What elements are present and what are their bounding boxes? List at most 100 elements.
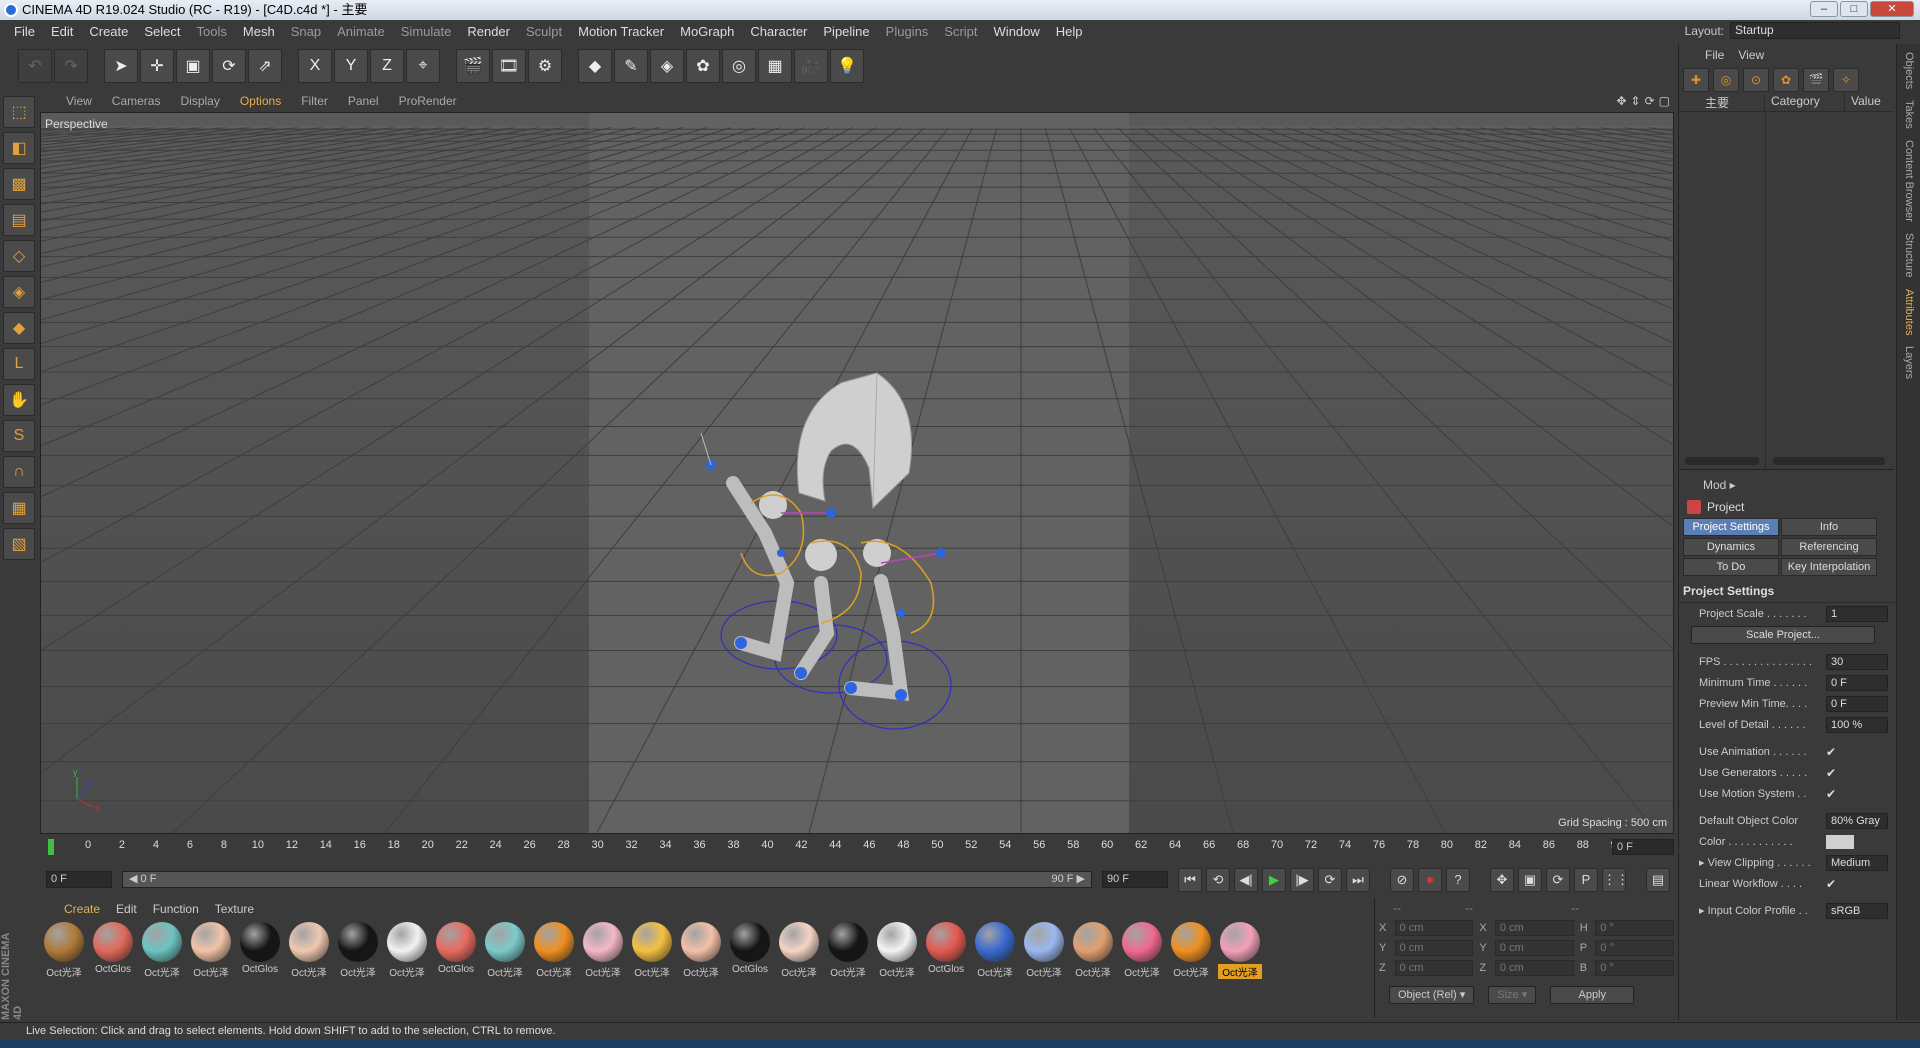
menu-render[interactable]: Render: [459, 24, 518, 39]
material-swatch[interactable]: OctGlos: [91, 922, 135, 979]
apply-button[interactable]: Apply: [1550, 986, 1635, 1004]
workplane-icon[interactable]: ▤: [3, 204, 35, 236]
material-swatch[interactable]: Oct光泽: [826, 922, 870, 979]
param-key-button[interactable]: P: [1574, 868, 1598, 892]
redo-icon[interactable]: ↷: [54, 49, 88, 83]
close-button[interactable]: ✕: [1870, 1, 1914, 17]
object-mode-icon[interactable]: ⊙: [1743, 68, 1769, 92]
render-view-icon[interactable]: 🎬: [456, 49, 490, 83]
material-swatch[interactable]: Oct光泽: [287, 922, 331, 979]
minimize-button[interactable]: –: [1810, 1, 1838, 17]
material-swatch[interactable]: Oct光泽: [1218, 922, 1262, 979]
tab-key-interpolation[interactable]: Key Interpolation: [1781, 558, 1877, 576]
preview-range-slider[interactable]: 90 F ▶ ◀ 0 F: [122, 871, 1092, 888]
x-axis-icon[interactable]: X: [298, 49, 332, 83]
viewport-menu-options[interactable]: Options: [240, 94, 281, 108]
material-swatch[interactable]: Oct光泽: [973, 922, 1017, 979]
pan-icon[interactable]: ✥: [1616, 94, 1626, 108]
material-swatch[interactable]: OctGlos: [728, 922, 772, 979]
edges-mode-icon[interactable]: ◈: [3, 276, 35, 308]
size-z-field[interactable]: 0 cm: [1494, 960, 1574, 976]
attr-checkbox[interactable]: ✔: [1826, 877, 1888, 891]
side-tab-structure[interactable]: Structure: [1903, 233, 1915, 278]
autokey-help-button[interactable]: ?: [1446, 868, 1470, 892]
viewport-menu-cameras[interactable]: Cameras: [112, 94, 161, 108]
solo-icon[interactable]: S: [3, 420, 35, 452]
material-swatch[interactable]: Oct光泽: [581, 922, 625, 979]
lock-workplane-icon[interactable]: ▦: [3, 492, 35, 524]
make-editable-icon[interactable]: ⬚: [3, 96, 35, 128]
material-menu-texture[interactable]: Texture: [215, 902, 254, 916]
previous-key-button[interactable]: ⟲: [1206, 868, 1230, 892]
horizontal-scrollbar[interactable]: [1773, 457, 1885, 465]
render-picture-viewer-icon[interactable]: 🎞: [492, 49, 526, 83]
snap-icon[interactable]: ∩: [3, 456, 35, 488]
deformer-icon[interactable]: ◎: [722, 49, 756, 83]
tab-info[interactable]: Info: [1781, 518, 1877, 536]
attr-value-field[interactable]: 1: [1826, 605, 1888, 622]
attr-value-field[interactable]: Medium: [1826, 854, 1888, 871]
material-swatch[interactable]: OctGlos: [238, 922, 282, 979]
enable-axis-icon[interactable]: L: [3, 348, 35, 380]
pen-icon[interactable]: ✎: [614, 49, 648, 83]
menu-select[interactable]: Select: [136, 24, 188, 39]
tab-dynamics[interactable]: Dynamics: [1683, 538, 1779, 556]
model-mode-icon[interactable]: ◧: [3, 132, 35, 164]
color-swatch[interactable]: [1826, 834, 1854, 849]
menu-edit[interactable]: Edit: [43, 24, 81, 39]
maximize-button[interactable]: □: [1840, 1, 1868, 17]
current-frame-field[interactable]: 0 F: [1612, 839, 1674, 855]
menu-help[interactable]: Help: [1048, 24, 1091, 39]
material-swatch[interactable]: Oct光泽: [189, 922, 233, 979]
rotate-key-button[interactable]: ⟳: [1546, 868, 1570, 892]
menu-mesh[interactable]: Mesh: [235, 24, 283, 39]
material-swatch[interactable]: Oct光泽: [140, 922, 184, 979]
subdivision-icon[interactable]: ◈: [650, 49, 684, 83]
menu-mograph[interactable]: MoGraph: [672, 24, 742, 39]
end-frame-field[interactable]: 90 F: [1102, 871, 1168, 888]
material-swatch[interactable]: Oct光泽: [1022, 922, 1066, 979]
side-tab-layers[interactable]: Layers: [1903, 346, 1915, 379]
attribute-mode-menu[interactable]: Mod ▸: [1703, 478, 1736, 492]
menu-animate[interactable]: Animate: [329, 24, 393, 39]
start-frame-field[interactable]: 0 F: [46, 871, 112, 888]
menu-file[interactable]: File: [6, 24, 43, 39]
timeline-ruler[interactable]: 0 2 4 6 8 10 12 14 16 18 20 22 24 26 28 30 32 34 36 38 40 42 4…: [40, 836, 1674, 858]
side-tab-takes[interactable]: Takes: [1903, 100, 1915, 129]
cloner-icon[interactable]: ✿: [686, 49, 720, 83]
attr-checkbox[interactable]: ✔: [1826, 766, 1888, 780]
material-swatch[interactable]: Oct光泽: [875, 922, 919, 979]
orbit-icon[interactable]: ⟳: [1645, 94, 1655, 108]
viewport-menu-panel[interactable]: Panel: [348, 94, 379, 108]
layout-selector[interactable]: Layout: Startup: [1685, 22, 1900, 39]
cloner-icon[interactable]: ✿: [1773, 68, 1799, 92]
menu-window[interactable]: Window: [986, 24, 1048, 39]
next-key-button[interactable]: ⟳: [1318, 868, 1342, 892]
z-axis-icon[interactable]: Z: [370, 49, 404, 83]
polygons-mode-icon[interactable]: ◆: [3, 312, 35, 344]
attr-value-field[interactable]: 80% Gray: [1826, 812, 1888, 829]
menu-motion-tracker[interactable]: Motion Tracker: [570, 24, 672, 39]
floor-icon[interactable]: ▦: [758, 49, 792, 83]
material-menu-edit[interactable]: Edit: [116, 902, 137, 916]
scale-project-button[interactable]: Scale Project...: [1691, 625, 1875, 644]
tweak-icon[interactable]: ✋: [3, 384, 35, 416]
reset-icon[interactable]: ◎: [1713, 68, 1739, 92]
position-y-field[interactable]: 0 cm: [1394, 940, 1474, 956]
next-frame-button[interactable]: |▶: [1290, 868, 1314, 892]
attr-checkbox[interactable]: ✔: [1826, 787, 1888, 801]
tab-to-do[interactable]: To Do: [1683, 558, 1779, 576]
material-swatch[interactable]: Oct光泽: [777, 922, 821, 979]
material-swatch[interactable]: Oct光泽: [1169, 922, 1213, 979]
objects-menu-view[interactable]: View: [1738, 48, 1764, 62]
planar-workplane-icon[interactable]: ▧: [3, 528, 35, 560]
position-z-field[interactable]: 0 cm: [1394, 960, 1474, 976]
rotate-icon[interactable]: ⟳: [212, 49, 246, 83]
previous-frame-button[interactable]: ◀|: [1234, 868, 1258, 892]
render-icon[interactable]: 🎬: [1803, 68, 1829, 92]
go-to-end-button[interactable]: ⏭: [1346, 868, 1370, 892]
material-swatch[interactable]: Oct光泽: [42, 922, 86, 979]
layout-dropdown[interactable]: Startup: [1730, 22, 1900, 39]
attr-value-field[interactable]: 100 %: [1826, 716, 1888, 733]
menu-create[interactable]: Create: [81, 24, 136, 39]
